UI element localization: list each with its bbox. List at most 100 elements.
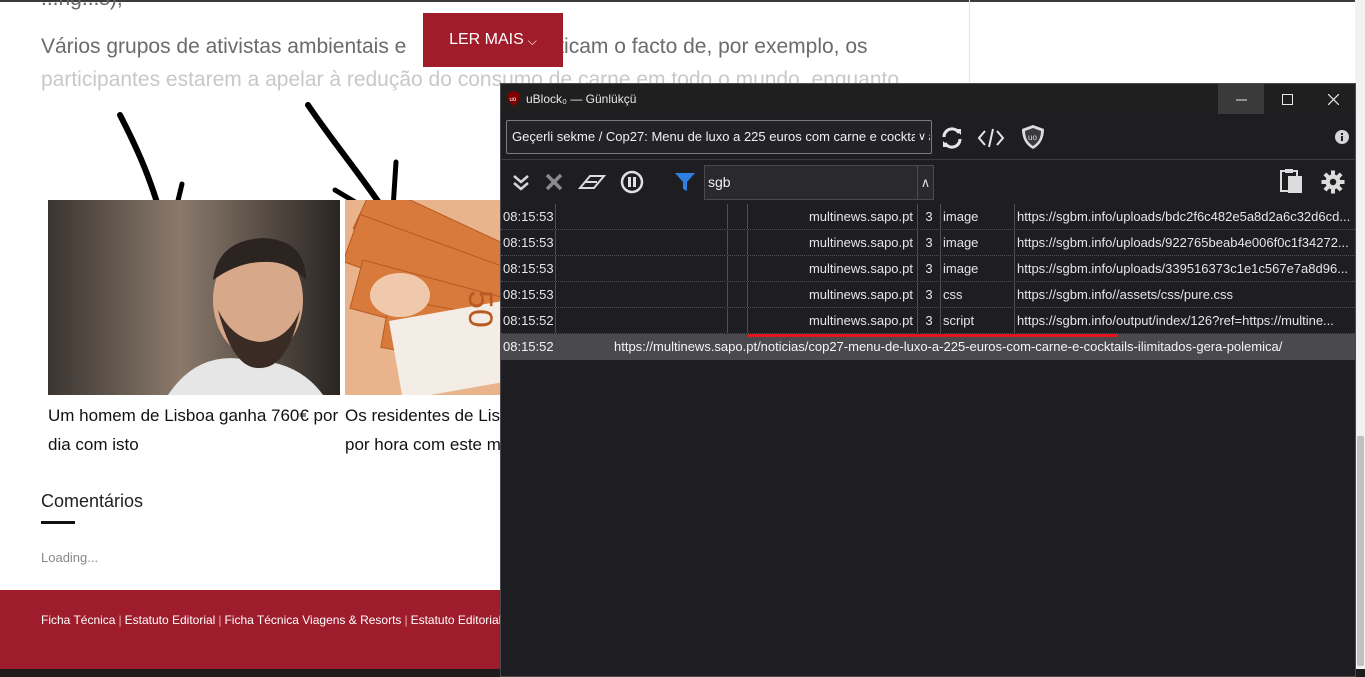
footer-link[interactable]: Ficha Técnica [41, 613, 115, 627]
eraser-button[interactable] [577, 171, 607, 193]
log-url[interactable]: https://sgbm.info/uploads/339516373c1e1c… [1017, 256, 1353, 281]
log-context: multinews.sapo.pt [808, 313, 913, 328]
promo-card-title[interactable]: Os residentes de Lisb por hora com este … [345, 401, 501, 459]
log-tab-cell [556, 256, 727, 281]
footer-link[interactable]: Estatuto Editorial [125, 613, 216, 627]
gear-icon [1321, 170, 1345, 194]
minimize-button[interactable] [1218, 84, 1264, 114]
pause-button[interactable] [619, 169, 645, 195]
log-document-url[interactable]: https://multinews.sapo.pt/noticias/cop27… [614, 334, 1334, 359]
page-scrollbar-thumb[interactable] [1357, 436, 1364, 666]
log-type: image [943, 261, 979, 276]
read-more-label: LER MAIS [449, 31, 524, 48]
expand-button[interactable] [509, 171, 533, 193]
maximize-button[interactable] [1264, 84, 1310, 114]
chevron-down-icon: ⌵ [527, 33, 537, 48]
log-url[interactable]: https://sgbm.info/output/index/126?ref=h… [1017, 308, 1353, 333]
comments-heading: Comentários [41, 491, 144, 511]
log-url[interactable]: https://sgbm.info/uploads/bdc2f6c482e5a8… [1017, 204, 1353, 229]
log-tab-cell [556, 282, 727, 307]
footer-link[interactable]: Estatuto Editorial [411, 613, 502, 627]
log-type: script [943, 313, 975, 328]
footer-links: Ficha Técnica | Estatuto Editorial | Ficha T… [41, 613, 502, 627]
minimize-icon [1235, 99, 1247, 100]
log-type: image [943, 235, 979, 250]
comments-loading: Loading... [41, 550, 99, 565]
svg-text:uo: uo [1028, 133, 1037, 142]
promo-image-banknotes: 50 [345, 200, 501, 395]
chevron-up-icon[interactable]: ∧ [917, 166, 933, 199]
log-time: 08:15:52 [503, 313, 554, 328]
log-time: 08:15:53 [503, 209, 554, 224]
article-paragraph-line1b: criticam o facto de, por exemplo, os [536, 35, 868, 58]
comments-underline [41, 521, 75, 524]
log-party: 3 [925, 287, 933, 302]
export-icon [1280, 169, 1302, 193]
log-row[interactable]: 08:15:53 multinews.sapo.pt 3 css https:/… [501, 282, 1355, 308]
export-button[interactable] [1278, 168, 1306, 196]
log-row[interactable]: 08:15:52 multinews.sapo.pt 3 script http… [501, 308, 1355, 334]
ublock-logo-icon: uo [507, 91, 520, 106]
filter-input[interactable]: sgb ∧ [704, 165, 934, 200]
log-url[interactable]: https://sgbm.info//assets/css/pure.css [1017, 282, 1353, 307]
log-time: 08:15:53 [503, 235, 554, 250]
maximize-icon [1281, 93, 1293, 105]
settings-button[interactable] [1319, 168, 1347, 196]
footer-link[interactable]: Ficha Técnica Viagens & Resorts [224, 613, 401, 627]
log-url[interactable]: https://sgbm.info/uploads/922765beab4e00… [1017, 230, 1353, 255]
log-type: css [943, 287, 963, 302]
log-row[interactable]: 08:15:53 multinews.sapo.pt 3 image https… [501, 204, 1355, 230]
ublock-logger-window: uo uBlock₀ — Günlükçü Geçerli sekme / Co… [500, 83, 1356, 677]
filter-toggle-button[interactable] [673, 170, 697, 194]
log-row[interactable]: 08:15:53 multinews.sapo.pt 3 image https… [501, 256, 1355, 282]
reload-button[interactable] [938, 124, 966, 152]
promo-card-2[interactable]: 50 Os residentes de Lisb por hora com es… [345, 200, 501, 460]
log-row-document[interactable]: 08:15:52 https://multinews.sapo.pt/notic… [501, 334, 1355, 360]
log-type: image [943, 209, 979, 224]
log-context: multinews.sapo.pt [808, 209, 913, 224]
eraser-icon [578, 175, 606, 189]
promo-card-1[interactable]: Um homem de Lisboa ganha 760€ por dia co… [48, 200, 344, 460]
log-time: 08:15:52 [503, 339, 554, 354]
read-more-button[interactable]: LER MAIS ⌵ [423, 13, 563, 67]
log-party: 3 [925, 235, 933, 250]
log-time: 08:15:53 [503, 287, 554, 302]
pause-icon [620, 170, 644, 194]
logger-toolbar-filter: sgb ∧ [501, 161, 1355, 203]
log-tab-cell [556, 230, 727, 255]
log-context: multinews.sapo.pt [808, 287, 913, 302]
reload-icon [942, 127, 962, 149]
top-divider [0, 0, 1365, 2]
tab-selector[interactable]: Geçerli sekme / Cop27: Menu de luxo a 22… [506, 120, 932, 154]
banknote-denomination: 50 [461, 290, 499, 328]
ublock-shield-icon: uo [1022, 125, 1044, 149]
screen: ...ng...s), Vários grupos de ativistas a… [0, 0, 1365, 677]
window-titlebar: uo uBlock₀ — Günlükçü [501, 84, 1355, 114]
chevron-down-icon: ∨ [915, 121, 929, 153]
article-paragraph-line1a: Vários grupos de ativistas ambientais e [41, 35, 407, 58]
highlight-underline [748, 334, 1118, 337]
log-context: multinews.sapo.pt [808, 261, 913, 276]
dashboard-button[interactable]: uo [1019, 123, 1047, 151]
log-tab-cell [556, 308, 727, 333]
tab-selector-value: Geçerli sekme / Cop27: Menu de luxo a 22… [512, 129, 931, 144]
info-icon [1335, 130, 1349, 144]
log-row[interactable]: 08:15:53 multinews.sapo.pt 3 image https… [501, 230, 1355, 256]
funnel-filter-icon [675, 173, 695, 191]
article-text-fragment: ...ng...s), [41, 0, 123, 11]
svg-text:uo: uo [510, 97, 517, 103]
logger-toolbar-top: Geçerli sekme / Cop27: Menu de luxo a 22… [501, 114, 1355, 160]
clear-x-icon [545, 173, 563, 191]
log-tab-cell [556, 204, 727, 229]
log-party: 3 [925, 261, 933, 276]
info-button[interactable] [1334, 129, 1350, 145]
code-view-button[interactable] [976, 124, 1006, 152]
close-icon [1327, 93, 1339, 105]
clear-button[interactable] [542, 171, 566, 193]
log-party: 3 [925, 209, 933, 224]
code-icon [977, 128, 1005, 148]
promo-card-title[interactable]: Um homem de Lisboa ganha 760€ por dia co… [48, 401, 338, 459]
close-button[interactable] [1310, 84, 1356, 114]
log-context: multinews.sapo.pt [808, 235, 913, 250]
log-party: 3 [925, 313, 933, 328]
